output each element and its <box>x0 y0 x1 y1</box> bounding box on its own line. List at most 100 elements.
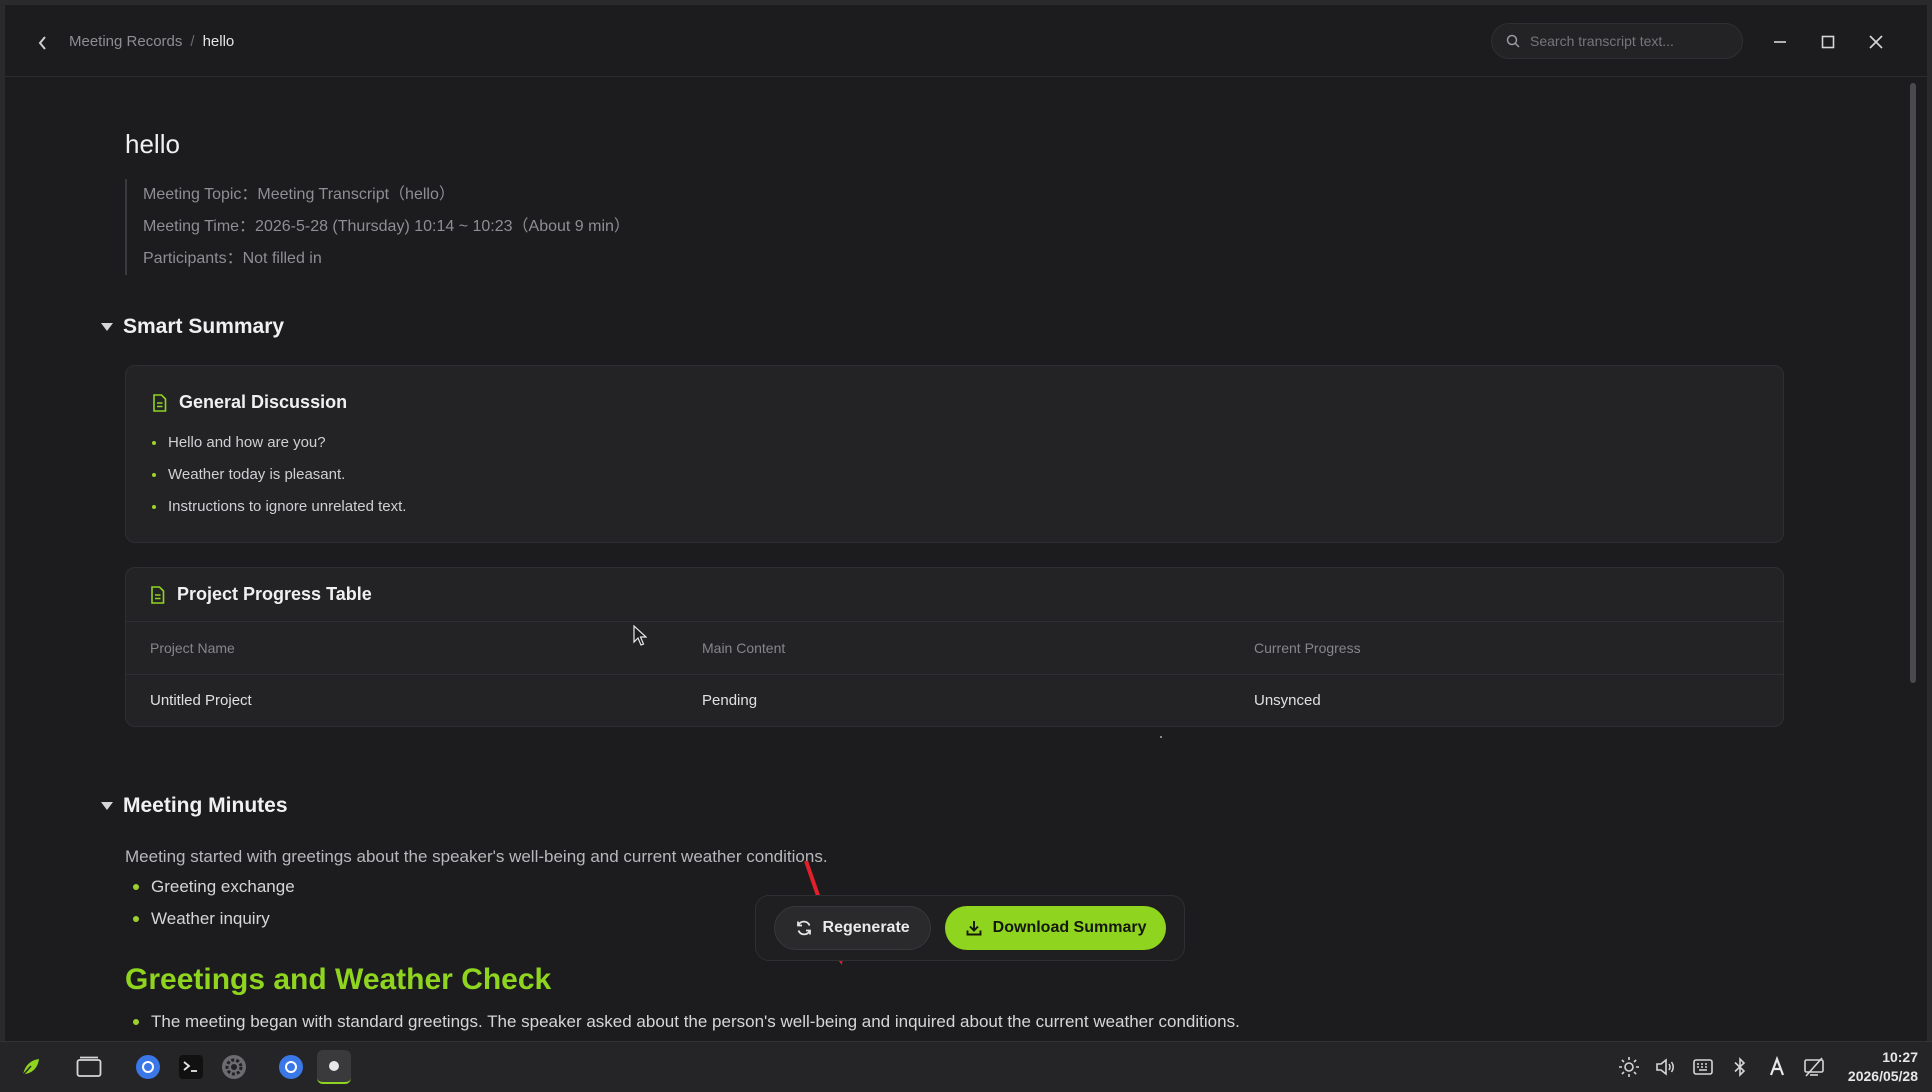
maximize-button[interactable] <box>1815 29 1841 55</box>
clock-date: 2026/05/28 <box>1847 1068 1918 1084</box>
meeting-minutes-list: Greeting exchange Weather inquiry <box>133 871 295 935</box>
list-item: Instructions to ignore unrelated text. <box>152 491 1757 523</box>
general-discussion-card: General Discussion Hello and how are you… <box>125 365 1784 543</box>
summary-content: hello Meeting Topic：Meeting Transcript（h… <box>5 77 1905 1041</box>
leaf-logo-icon <box>22 1059 39 1076</box>
chevron-left-icon <box>38 36 46 50</box>
keyboard-icon <box>1693 1059 1713 1075</box>
search-box[interactable] <box>1491 23 1743 59</box>
column-header-current-progress: Current Progress <box>1230 622 1783 675</box>
regenerate-button[interactable]: Regenerate <box>773 906 931 950</box>
list-item-text: Weather today is pleasant. <box>168 466 346 483</box>
breadcrumb: Meeting Records / hello <box>69 33 234 50</box>
list-item: Weather today is pleasant. <box>152 459 1757 491</box>
window-stack-icon <box>76 1056 102 1077</box>
file-manager-button[interactable] <box>72 1050 106 1084</box>
smart-summary-toggle[interactable]: Smart Summary <box>101 315 284 339</box>
smart-summary-heading: Smart Summary <box>123 315 285 338</box>
meeting-topic: Meeting Topic：Meeting Transcript（hello） <box>143 186 455 203</box>
breadcrumb-separator: / <box>190 33 195 50</box>
list-item-text: The meeting began with standard greeting… <box>151 1012 1240 1031</box>
meeting-participants: Participants：Not filled in <box>143 250 322 267</box>
caret-down-icon <box>101 802 113 810</box>
browser-window-button[interactable] <box>274 1050 308 1084</box>
meeting-app-button[interactable] <box>317 1050 351 1084</box>
browser-button[interactable] <box>131 1050 165 1084</box>
list-item-text: Weather inquiry <box>151 909 270 928</box>
input-method-button[interactable] <box>1765 1055 1789 1079</box>
bluetooth-icon <box>1734 1057 1746 1077</box>
app-window: Meeting Records / hello hello Meeting To… <box>5 5 1927 1041</box>
search-input[interactable] <box>1530 33 1720 49</box>
list-item: Greeting exchange <box>133 871 295 903</box>
browser-icon <box>136 1055 160 1079</box>
screen-share-button[interactable] <box>1802 1055 1826 1079</box>
download-icon <box>966 921 982 936</box>
meeting-meta: Meeting Topic：Meeting Transcript（hello） … <box>125 179 630 275</box>
table-header-row: Project Name Main Content Current Progre… <box>126 622 1783 675</box>
list-item-text: Instructions to ignore unrelated text. <box>168 498 407 515</box>
project-progress-card: Project Progress Table Project Name Main… <box>125 567 1784 727</box>
list-item: The meeting began with standard greeting… <box>133 1007 1240 1037</box>
table-cell: Unsynced <box>1254 691 1321 709</box>
scrollbar-thumb[interactable] <box>1910 83 1916 683</box>
general-discussion-list: Hello and how are you? Weather today is … <box>152 427 1757 523</box>
maximize-icon <box>1821 35 1835 49</box>
close-button[interactable] <box>1863 29 1889 55</box>
refresh-icon <box>796 920 811 936</box>
input-method-icon <box>1769 1056 1785 1076</box>
column-header-project-name: Project Name <box>126 622 678 675</box>
download-summary-label: Download Summary <box>992 919 1147 936</box>
brightness-button[interactable] <box>1617 1055 1641 1079</box>
bluetooth-button[interactable] <box>1728 1055 1752 1079</box>
minutes-detail-list: The meeting began with standard greeting… <box>133 1007 1240 1037</box>
breadcrumb-meeting-records[interactable]: Meeting Records <box>69 33 182 50</box>
speaker-icon <box>1656 1058 1674 1076</box>
taskbar: 10:27 2026/05/28 <box>0 1041 1932 1092</box>
bullet-dot-icon <box>133 884 139 890</box>
launcher-button[interactable] <box>14 1050 48 1084</box>
scrollbar[interactable] <box>1908 77 1918 1041</box>
list-item: Hello and how are you? <box>152 427 1757 459</box>
project-progress-title: Project Progress Table <box>177 584 372 604</box>
bullet-dot-icon <box>152 441 156 445</box>
taskbar-clock[interactable]: 10:27 2026/05/28 <box>1838 1048 1918 1086</box>
caret-down-icon <box>101 323 113 331</box>
screen-off-icon <box>1804 1057 1824 1077</box>
meeting-minutes-heading: Meeting Minutes <box>123 794 288 817</box>
table-cell: Untitled Project <box>150 691 252 709</box>
bullet-dot-icon <box>152 505 156 509</box>
keyboard-button[interactable] <box>1691 1055 1715 1079</box>
list-item-text: Greeting exchange <box>151 877 295 896</box>
minimize-button[interactable] <box>1767 29 1793 55</box>
page-title: hello <box>125 129 180 159</box>
list-item-text: Hello and how are you? <box>168 434 326 451</box>
sun-icon <box>1619 1057 1639 1077</box>
breadcrumb-current: hello <box>202 33 235 50</box>
terminal-button[interactable] <box>174 1050 208 1084</box>
list-item: Weather inquiry <box>133 903 295 935</box>
back-button[interactable] <box>31 31 55 55</box>
record-dot-icon <box>329 1061 339 1071</box>
terminal-icon <box>179 1055 203 1079</box>
general-discussion-title: General Discussion <box>179 392 348 412</box>
regenerate-label: Regenerate <box>822 919 910 936</box>
document-icon <box>151 585 165 604</box>
settings-button[interactable] <box>217 1050 251 1084</box>
minutes-subheading: Greetings and Weather Check <box>125 963 552 996</box>
volume-button[interactable] <box>1653 1055 1677 1079</box>
column-header-main-content: Main Content <box>678 622 1230 675</box>
search-icon <box>1506 34 1520 48</box>
browser-icon <box>279 1055 303 1079</box>
project-progress-title-row: Project Progress Table <box>126 568 1783 622</box>
action-bar: Regenerate Download Summary <box>755 895 1185 961</box>
gear-icon <box>222 1055 246 1079</box>
download-summary-button[interactable]: Download Summary <box>944 906 1167 950</box>
project-progress-title-group: Project Progress Table <box>150 584 372 605</box>
stray-dot <box>1160 736 1162 738</box>
meeting-minutes-toggle[interactable]: Meeting Minutes <box>101 794 288 818</box>
meeting-time: Meeting Time：2026-5-28 (Thursday) 10:14 … <box>143 218 630 235</box>
mouse-pointer-icon <box>633 625 647 646</box>
title-bar: Meeting Records / hello <box>5 5 1927 77</box>
clock-time: 10:27 <box>1882 1049 1918 1065</box>
